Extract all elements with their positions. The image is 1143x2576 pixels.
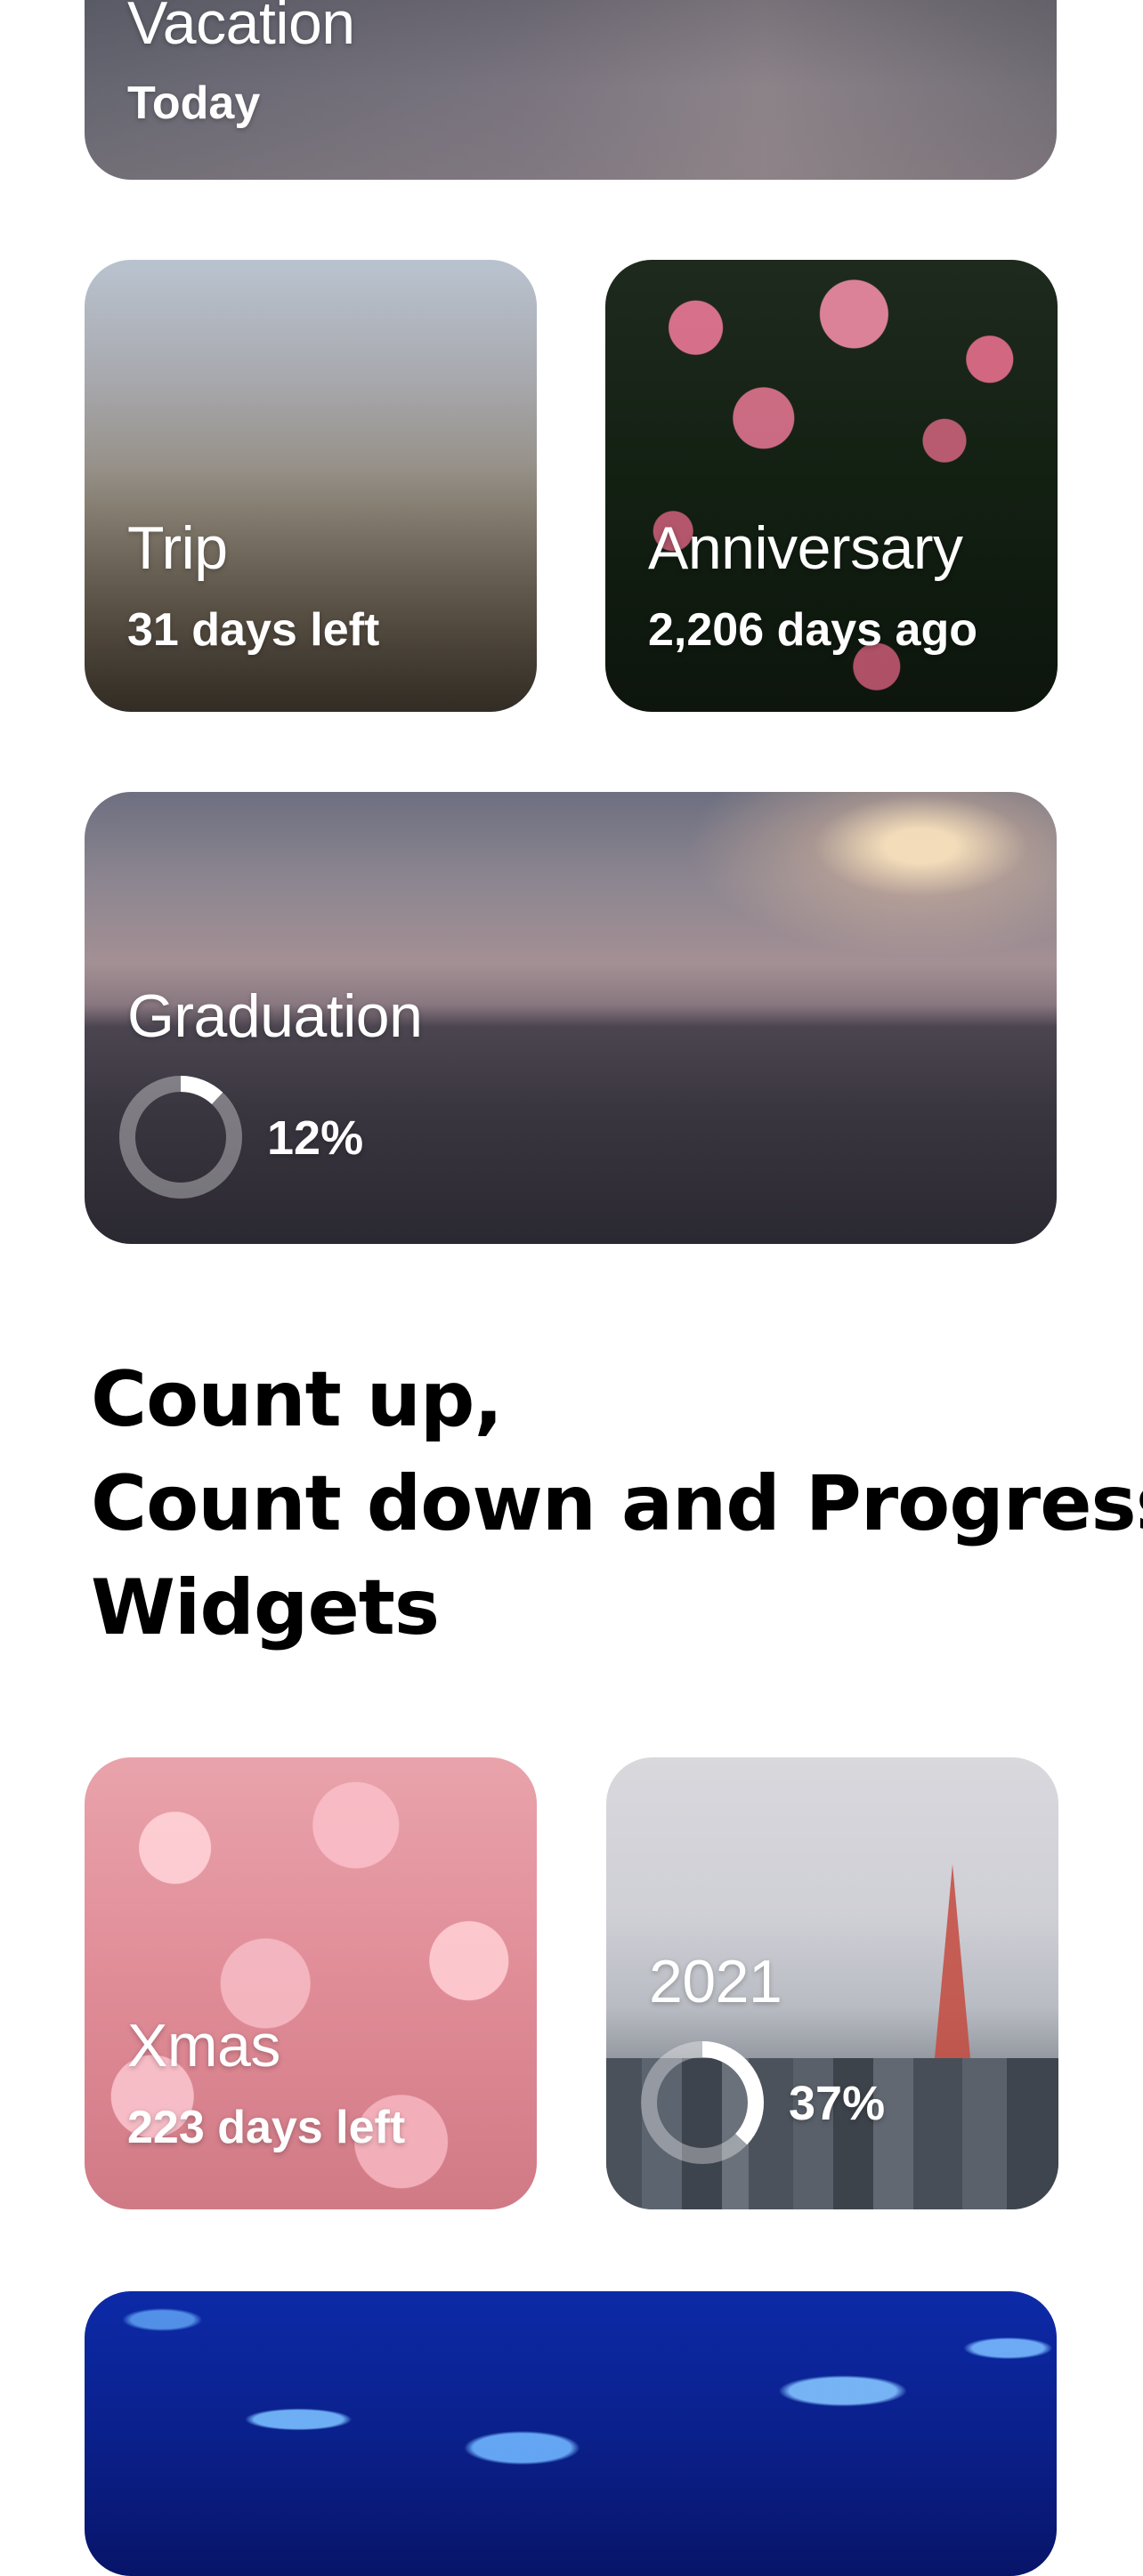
widget-title: Trip — [127, 514, 228, 582]
anniversary-widget[interactable]: Anniversary 2,206 days ago — [605, 260, 1058, 712]
progress-percent: 12% — [267, 1111, 364, 1165]
widget-title: 2021 — [649, 1948, 782, 2015]
xmas-widget[interactable]: Xmas 223 days left — [85, 1757, 537, 2209]
heading-line: Widgets — [91, 1563, 440, 1652]
trip-widget[interactable]: Trip 31 days left — [85, 260, 537, 712]
year-2021-widget[interactable]: 2021 37% — [606, 1757, 1058, 2209]
widget-subtitle: 223 days left — [127, 2102, 406, 2153]
progress-ring-track — [119, 1076, 242, 1199]
jellyfish-widget[interactable] — [85, 2291, 1057, 2576]
vacation-widget[interactable]: Vacation Today — [85, 0, 1057, 180]
widget-title: Anniversary — [648, 514, 963, 582]
progress-percent: 37% — [789, 2077, 886, 2130]
widget-subtitle: 31 days left — [127, 604, 380, 656]
widget-subtitle: 2,206 days ago — [648, 604, 977, 656]
progress-ring — [119, 1076, 242, 1199]
heading-line: Count down and Progress — [91, 1459, 1143, 1548]
heading-line: Count up, — [91, 1355, 503, 1444]
widget-title: Graduation — [127, 982, 423, 1050]
section-heading: Count up, Count down and Progress Widget… — [91, 1348, 1143, 1660]
widget-title: Vacation — [127, 0, 355, 57]
progress-ring — [641, 2041, 764, 2164]
widget-title: Xmas — [127, 2012, 280, 2079]
graduation-widget[interactable]: Graduation 12% — [85, 792, 1057, 1244]
widget-subtitle: Today — [127, 77, 261, 129]
